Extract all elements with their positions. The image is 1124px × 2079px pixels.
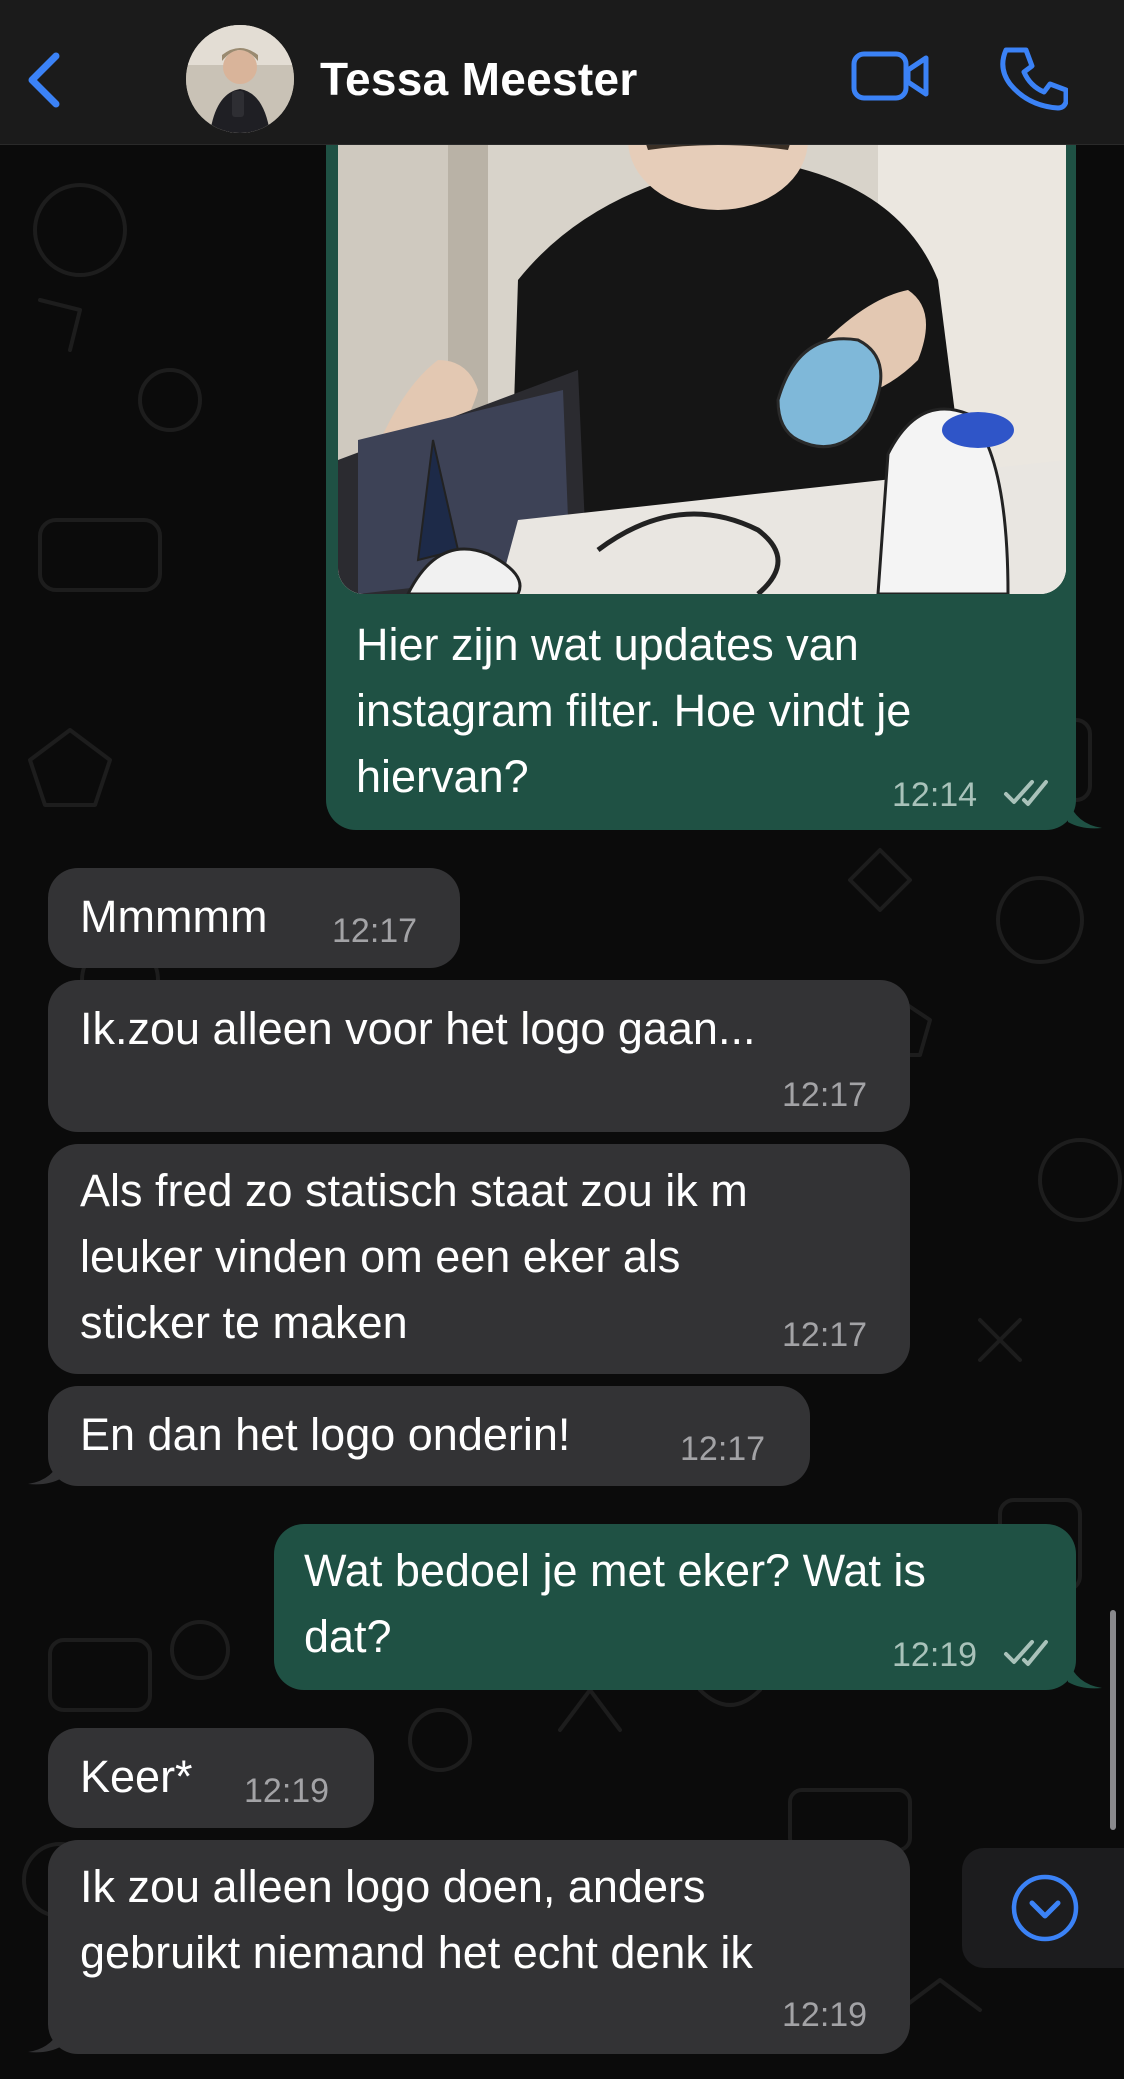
chat-header: Tessa Meester bbox=[0, 0, 1124, 145]
message-incoming[interactable]: En dan het logo onderin! 12:17 bbox=[48, 1386, 810, 1486]
message-text-line: hiervan? bbox=[356, 751, 529, 802]
message-text: En dan het logo onderin! bbox=[80, 1409, 571, 1460]
message-text-line: gebruikt niemand het echt denk ik bbox=[80, 1927, 753, 1978]
bubble-tail bbox=[1068, 1660, 1102, 1689]
scroll-to-bottom-button[interactable] bbox=[962, 1848, 1124, 1968]
message-incoming[interactable]: Ik zou alleen logo doen, anders gebruikt… bbox=[48, 1840, 910, 2054]
message-outgoing[interactable]: Hier zijn wat updates van instagram filt… bbox=[326, 140, 1076, 830]
contact-avatar[interactable] bbox=[186, 25, 294, 133]
message-text-line: Hier zijn wat updates van bbox=[356, 619, 859, 670]
message-incoming[interactable]: Ik.zou alleen voor het logo gaan... 12:1… bbox=[48, 980, 910, 1132]
chevron-down-circle-icon bbox=[1011, 1874, 1079, 1942]
message-incoming[interactable]: Als fred zo statisch staat zou ik m leuk… bbox=[48, 1144, 910, 1374]
message-text: Mmmmm bbox=[80, 891, 268, 942]
read-receipt-icon bbox=[1004, 780, 1048, 806]
message-text: Keer* bbox=[80, 1751, 193, 1802]
phone-icon[interactable] bbox=[1000, 44, 1068, 112]
message-text: Ik.zou alleen voor het logo gaan... bbox=[80, 1003, 756, 1054]
video-camera-icon[interactable] bbox=[850, 48, 930, 104]
message-text-line: instagram filter. Hoe vindt je bbox=[356, 685, 912, 736]
message-time: 12:17 bbox=[680, 1430, 766, 1468]
message-text-line: leuker vinden om een eker als bbox=[80, 1231, 681, 1282]
message-text-line: Wat bedoel je met eker? Wat is bbox=[304, 1545, 926, 1596]
read-receipt-icon bbox=[1004, 1640, 1048, 1666]
message-time: 12:17 bbox=[332, 912, 418, 950]
message-time: 12:19 bbox=[244, 1772, 330, 1810]
message-time: 12:19 bbox=[892, 1636, 978, 1674]
chevron-left-icon[interactable] bbox=[22, 50, 66, 110]
shared-photo[interactable] bbox=[338, 140, 1066, 594]
bubble-tail bbox=[28, 2024, 62, 2053]
message-text-line: dat? bbox=[304, 1611, 392, 1662]
message-text-line: Ik zou alleen logo doen, anders bbox=[80, 1861, 706, 1912]
message-text-line: sticker te maken bbox=[80, 1297, 408, 1348]
message-time: 12:17 bbox=[782, 1076, 868, 1114]
message-incoming[interactable]: Mmmmm 12:17 bbox=[48, 868, 460, 968]
message-time: 12:14 bbox=[892, 776, 978, 814]
message-time: 12:17 bbox=[782, 1316, 868, 1354]
bubble-tail bbox=[28, 1456, 62, 1485]
message-text-line: Als fred zo statisch staat zou ik m bbox=[80, 1165, 748, 1216]
message-time: 12:19 bbox=[782, 1996, 868, 2034]
message-incoming[interactable]: Keer* 12:19 bbox=[48, 1728, 374, 1828]
contact-name[interactable]: Tessa Meester bbox=[320, 52, 638, 106]
bubble-tail bbox=[1068, 800, 1102, 829]
scrollbar[interactable] bbox=[1110, 1610, 1116, 1830]
message-outgoing[interactable]: Wat bedoel je met eker? Wat is dat? 12:1… bbox=[274, 1524, 1076, 1690]
